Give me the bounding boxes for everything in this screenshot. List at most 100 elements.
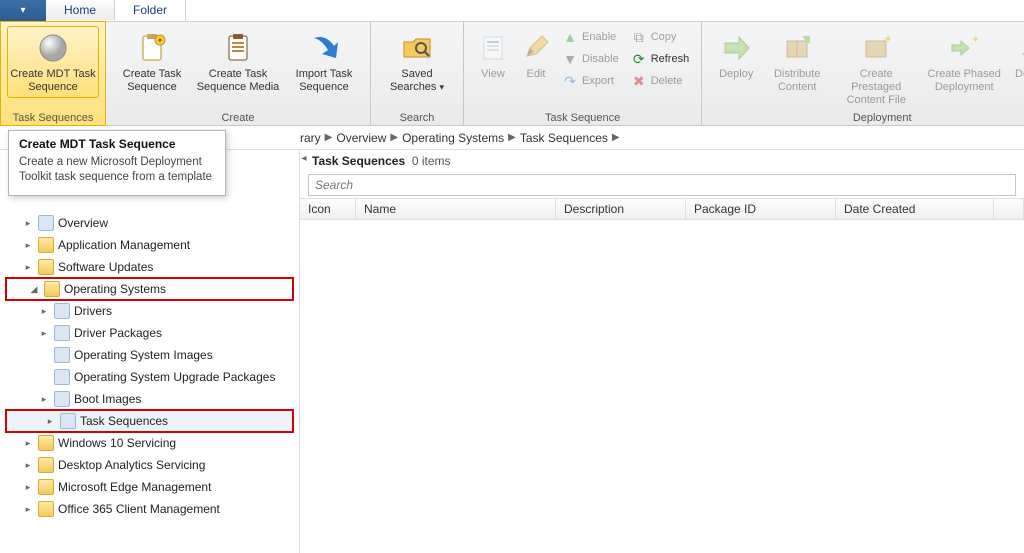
up-arrow-icon: ▲ [562, 29, 578, 45]
crumb-overview[interactable]: Overview▶ [336, 131, 398, 145]
tree-item[interactable]: ▸ Drivers [0, 300, 299, 322]
crumb-task-sequences[interactable]: Task Sequences ▶ [520, 131, 620, 145]
group-task-sequence: View Edit ▲Enable ▼Disable ↷ Export ⧉Copy… [464, 22, 702, 125]
group-label: Deployment [702, 112, 1024, 124]
expander-icon[interactable]: ▸ [22, 218, 34, 229]
tree-item-label: Overview [58, 216, 108, 230]
tree-item[interactable]: ▸Boot Images [0, 388, 299, 410]
button-label: Create Task Sequence Media [195, 68, 281, 94]
crumb-label: rary [300, 131, 321, 145]
button-label: Edit [527, 68, 546, 81]
tree-item-label: Microsoft Edge Management [58, 480, 211, 494]
collapse-handle[interactable]: ◂ [300, 150, 308, 172]
chevron-right-icon: ▶ [612, 132, 620, 143]
tree-item[interactable]: ▸ Windows 10 Servicing [0, 432, 299, 454]
col-icon[interactable]: Icon [300, 199, 356, 219]
tree-item-label: Office 365 Client Management [58, 502, 220, 516]
tree-item-label: Task Sequences [80, 414, 168, 428]
tree-item-label: Software Updates [58, 260, 153, 274]
expander-icon[interactable]: ▸ [38, 394, 50, 405]
tree-item[interactable]: ▸ Software Updates [0, 256, 299, 278]
folder-icon [38, 457, 54, 473]
tree-item-label: Drivers [74, 304, 112, 318]
tree-item[interactable]: ▸ Office 365 Client Management [0, 498, 299, 520]
copy-icon: ⧉ [631, 29, 647, 45]
import-task-sequence-button[interactable]: Import Task Sequence [284, 26, 364, 98]
tree-item-label: Windows 10 Servicing [58, 436, 176, 450]
group-create: ✦ Create Task Sequence Create Task Seque… [106, 22, 371, 125]
col-description[interactable]: Description [556, 199, 686, 219]
crumb-fragment[interactable]: rary▶ [300, 131, 332, 145]
tree-item[interactable]: ▸ Microsoft Edge Management [0, 476, 299, 498]
tree-item[interactable]: Operating System Images [0, 344, 299, 366]
tree-item-label: Operating System Upgrade Packages [74, 370, 275, 384]
expander-icon[interactable]: ▸ [22, 482, 34, 493]
group-task-sequences: Create MDT Task Sequence Task Sequences [0, 21, 106, 126]
tree-item[interactable]: Operating System Upgrade Packages [0, 366, 299, 388]
copy-button[interactable]: ⧉Copy [627, 26, 694, 48]
export-icon: ↷ [562, 73, 578, 89]
tooltip-create-mdt: Create MDT Task Sequence Create a new Mi… [8, 130, 226, 196]
expander-icon[interactable]: ▸ [38, 306, 50, 317]
distribute-content-button[interactable]: Distribute Content [764, 26, 830, 98]
debug-button[interactable]: Debug [1006, 26, 1024, 85]
disable-button[interactable]: ▼Disable [558, 48, 623, 70]
expander-icon[interactable]: ▸ [22, 240, 34, 251]
crumb-label: Overview [336, 131, 386, 145]
tab-folder[interactable]: Folder [115, 0, 186, 21]
node-icon [60, 413, 76, 429]
edit-button[interactable]: Edit [516, 26, 556, 85]
group-label: Task Sequences [1, 112, 105, 124]
delete-button[interactable]: ✖Delete [627, 70, 694, 92]
expander-icon[interactable]: ▸ [22, 438, 34, 449]
expander-icon[interactable]: ▸ [22, 460, 34, 471]
deploy-button[interactable]: Deploy [708, 26, 764, 85]
tab-home[interactable]: Home [46, 0, 115, 21]
col-package-id[interactable]: Package ID [686, 199, 836, 219]
tree-item[interactable]: ▸ Driver Packages [0, 322, 299, 344]
tree-item-label: Driver Packages [74, 326, 162, 340]
package-distribute-icon [781, 32, 813, 64]
export-button[interactable]: ↷ Export [558, 70, 623, 92]
tree-item[interactable]: ▸Application Management [0, 234, 299, 256]
crumb-operating-systems[interactable]: Operating Systems▶ [402, 131, 516, 145]
search-input[interactable] [308, 174, 1016, 196]
create-task-sequence-button[interactable]: ✦ Create Task Sequence [112, 26, 192, 98]
expander-icon[interactable]: ◢ [28, 284, 40, 295]
col-date-created[interactable]: Date Created [836, 199, 994, 219]
down-arrow-icon: ▼ [562, 51, 578, 67]
create-phased-deployment-button[interactable]: ✦ Create Phased Deployment [922, 26, 1006, 98]
tree-item-label: Desktop Analytics Servicing [58, 458, 205, 472]
expander-icon[interactable]: ▸ [44, 416, 56, 427]
label: Export [582, 75, 614, 87]
tree-item[interactable]: ▸ Task Sequences [6, 410, 293, 432]
expander-icon[interactable]: ▸ [22, 504, 34, 515]
view-button[interactable]: View [470, 26, 516, 85]
list-header: Task Sequences 0 items [308, 150, 455, 172]
tree-item[interactable]: ▸ Overview [0, 212, 299, 234]
saved-searches-button[interactable]: Saved Searches ▾ [377, 26, 457, 98]
tree-item[interactable]: ▸ Desktop Analytics Servicing [0, 454, 299, 476]
navigation-tree[interactable]: ▸Overview▸Application Management▸Softwar… [0, 150, 300, 553]
application-menu[interactable]: ▾ [0, 0, 46, 21]
refresh-button[interactable]: ⟳Refresh [627, 48, 694, 70]
deploy-arrow-icon [720, 32, 752, 64]
enable-button[interactable]: ▲Enable [558, 26, 623, 48]
folder-icon [44, 281, 60, 297]
svg-text:✦: ✦ [883, 33, 891, 46]
col-name[interactable]: Name [356, 199, 556, 219]
list-body-empty [300, 220, 1024, 553]
create-mdt-task-sequence-button[interactable]: Create MDT Task Sequence [7, 26, 99, 98]
column-headers[interactable]: Icon Name Description Package ID Date Cr… [300, 198, 1024, 220]
expander-icon[interactable]: ▸ [38, 328, 50, 339]
button-label: Debug [1015, 68, 1024, 81]
expander-icon[interactable]: ▸ [22, 262, 34, 273]
tree-item[interactable]: ◢Operating Systems [6, 278, 293, 300]
create-prestaged-content-file-button[interactable]: ✦ Create Prestaged Content File [830, 26, 922, 111]
crumb-label: Task Sequences [520, 131, 608, 145]
button-label: View [481, 68, 505, 81]
document-view-icon [477, 32, 509, 64]
enable-disable-export-column: ▲Enable ▼Disable ↷ Export [556, 26, 625, 92]
create-task-sequence-media-button[interactable]: Create Task Sequence Media [192, 26, 284, 98]
folder-icon [38, 501, 54, 517]
